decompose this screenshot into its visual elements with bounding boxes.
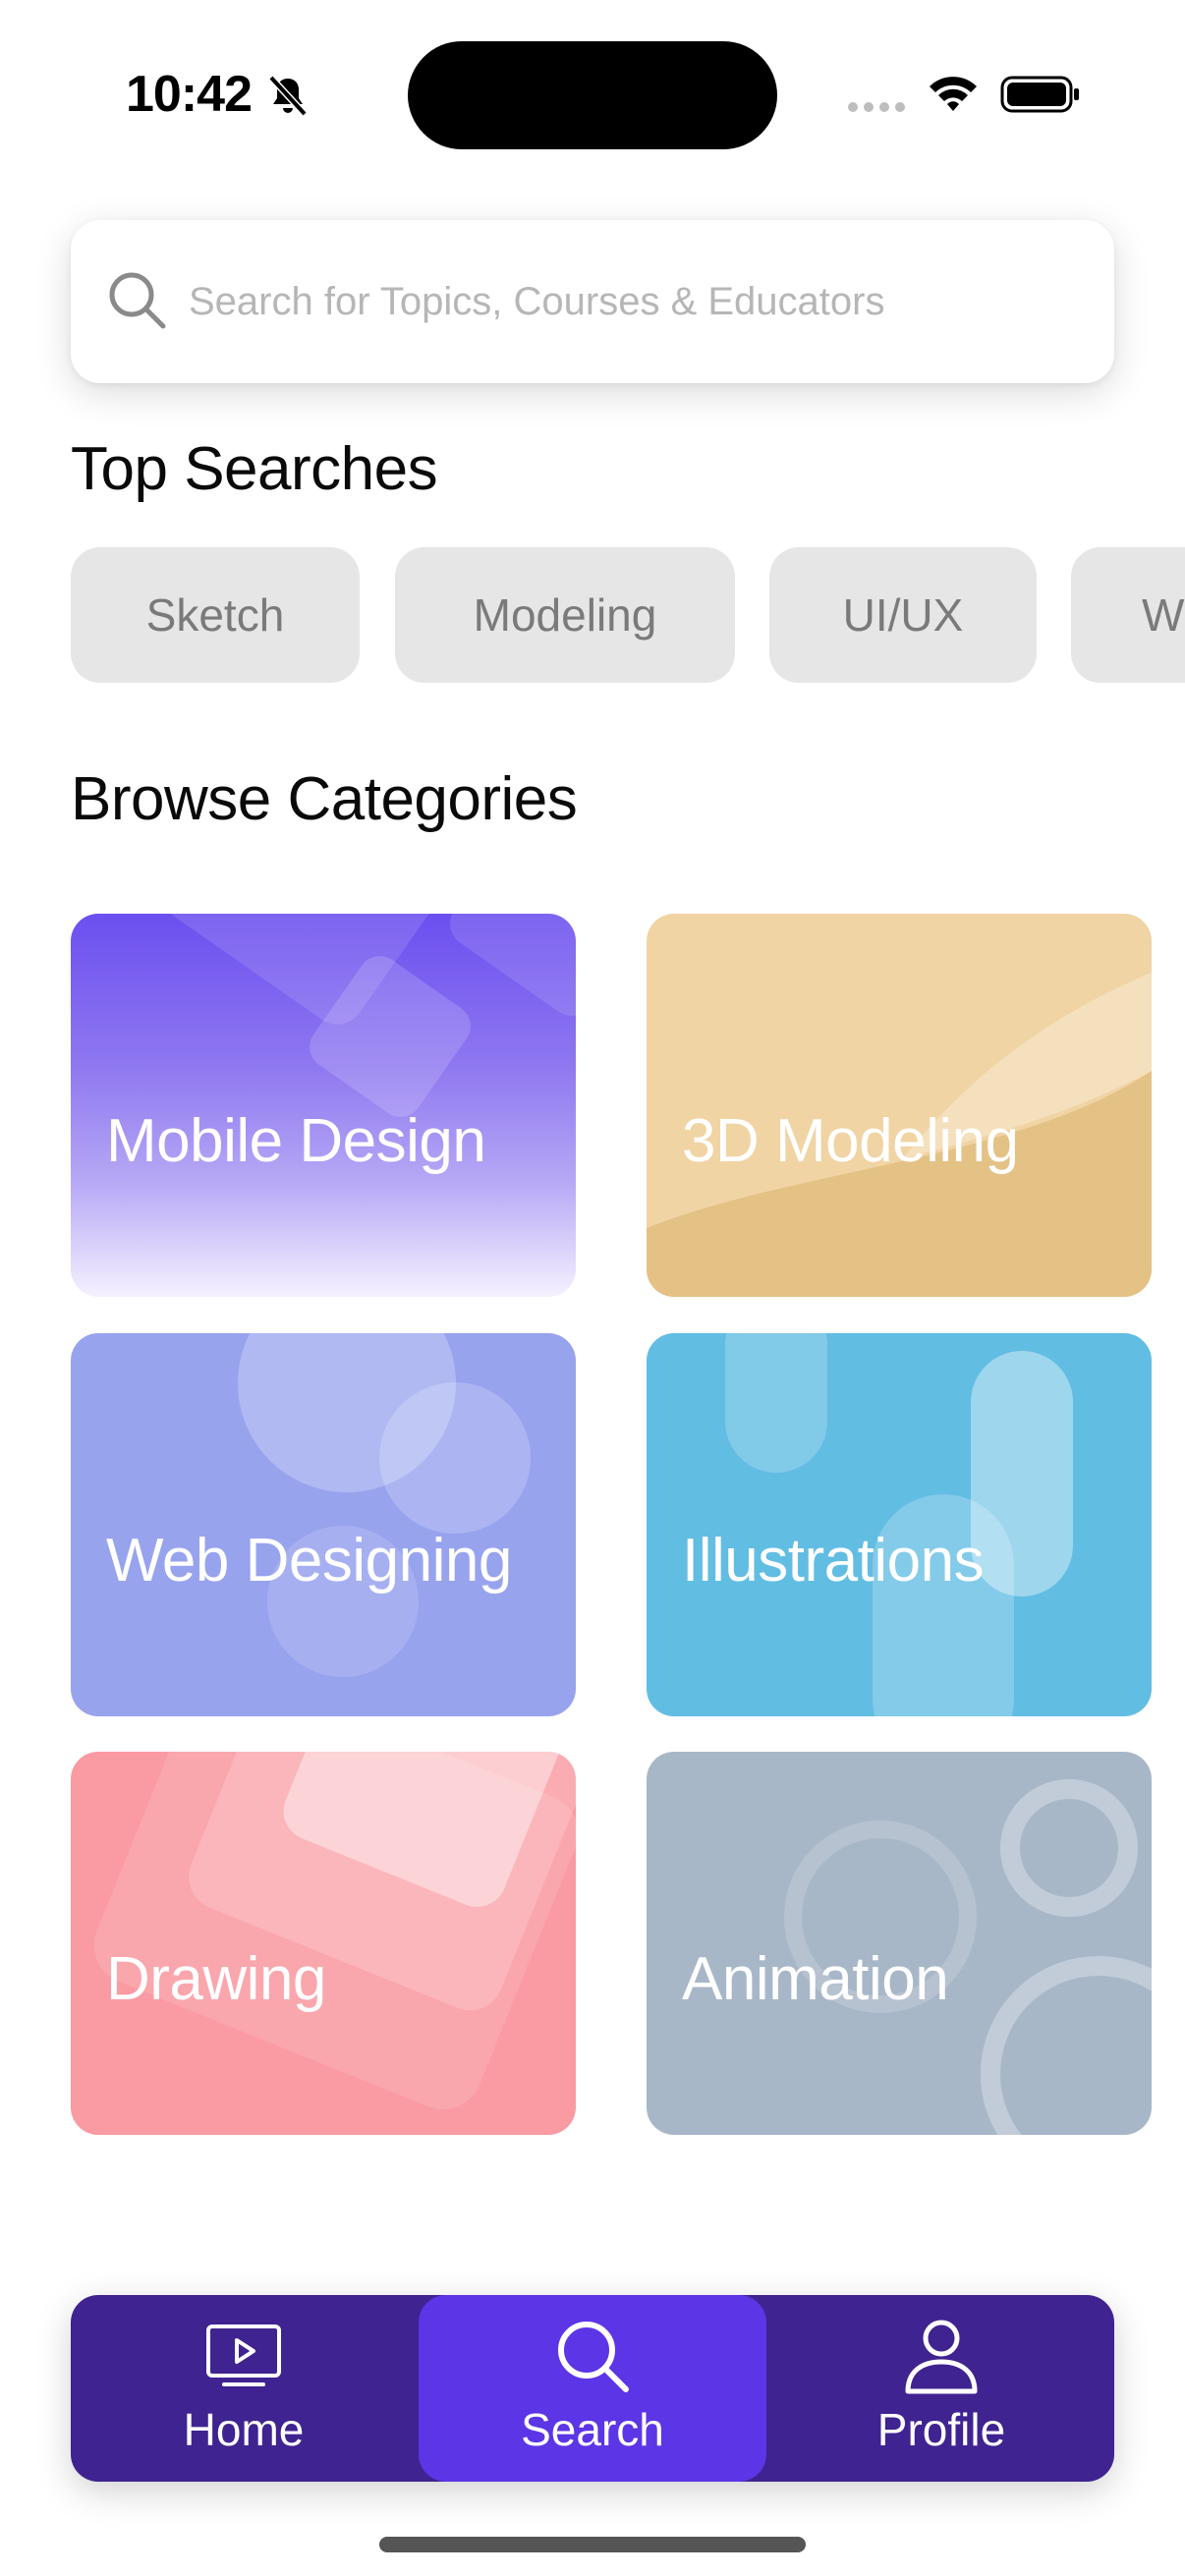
search-icon: [109, 272, 166, 329]
category-card-illustrations[interactable]: Illustrations: [647, 1333, 1152, 1716]
home-indicator: [379, 2537, 806, 2552]
category-card-mobile-design[interactable]: Mobile Design: [71, 914, 576, 1297]
nav-label: Home: [183, 2404, 305, 2455]
nav-label: Profile: [876, 2404, 1006, 2455]
category-card-3d-modeling[interactable]: 3D Modeling: [647, 914, 1152, 1297]
search-bar[interactable]: [71, 220, 1114, 383]
category-card-animation[interactable]: Animation: [647, 1752, 1152, 2135]
category-label: Illustrations: [682, 1527, 985, 1595]
user-icon: [905, 2320, 978, 2394]
wifi-icon: [930, 77, 977, 111]
bottom-nav: Home Search Profile: [71, 2295, 1114, 2482]
category-label: Mobile Design: [106, 1107, 486, 1175]
card-decoration: [1000, 1779, 1138, 1917]
card-decoration: [725, 1333, 827, 1473]
nav-item-search[interactable]: Search: [419, 2295, 766, 2482]
nav-item-profile[interactable]: Profile: [768, 2295, 1114, 2482]
chip-partial[interactable]: W: [1071, 547, 1185, 683]
search-input[interactable]: [189, 267, 1073, 336]
top-searches-title: Top Searches: [71, 435, 438, 503]
battery-icon: [1000, 76, 1079, 113]
category-label: 3D Modeling: [682, 1107, 1019, 1175]
dynamic-island: [408, 41, 777, 149]
cellular-signal-icon: [848, 102, 905, 112]
nav-label: Search: [521, 2404, 664, 2455]
tv-play-icon: [206, 2324, 281, 2386]
status-bar: 10:42: [0, 0, 1185, 187]
category-label: Drawing: [106, 1945, 326, 2013]
chip-sketch[interactable]: Sketch: [71, 547, 360, 683]
card-decoration: [647, 973, 1152, 1297]
category-label: Animation: [682, 1945, 949, 2013]
category-card-drawing[interactable]: Drawing: [71, 1752, 576, 2135]
card-decoration: [981, 1956, 1152, 2135]
card-decoration: [379, 1382, 531, 1534]
bell-muted-icon: [268, 75, 308, 117]
nav-item-home[interactable]: Home: [71, 2295, 417, 2482]
category-label: Web Designing: [106, 1527, 512, 1595]
top-searches-chips: Sketch Modeling UI/UX W: [71, 547, 1185, 685]
chip-modeling[interactable]: Modeling: [395, 547, 735, 683]
category-card-web-designing[interactable]: Web Designing: [71, 1333, 576, 1716]
chip-ui-ux[interactable]: UI/UX: [769, 547, 1037, 683]
browse-categories-title: Browse Categories: [71, 765, 578, 833]
search-icon: [558, 2322, 629, 2392]
status-time: 10:42: [126, 66, 253, 123]
